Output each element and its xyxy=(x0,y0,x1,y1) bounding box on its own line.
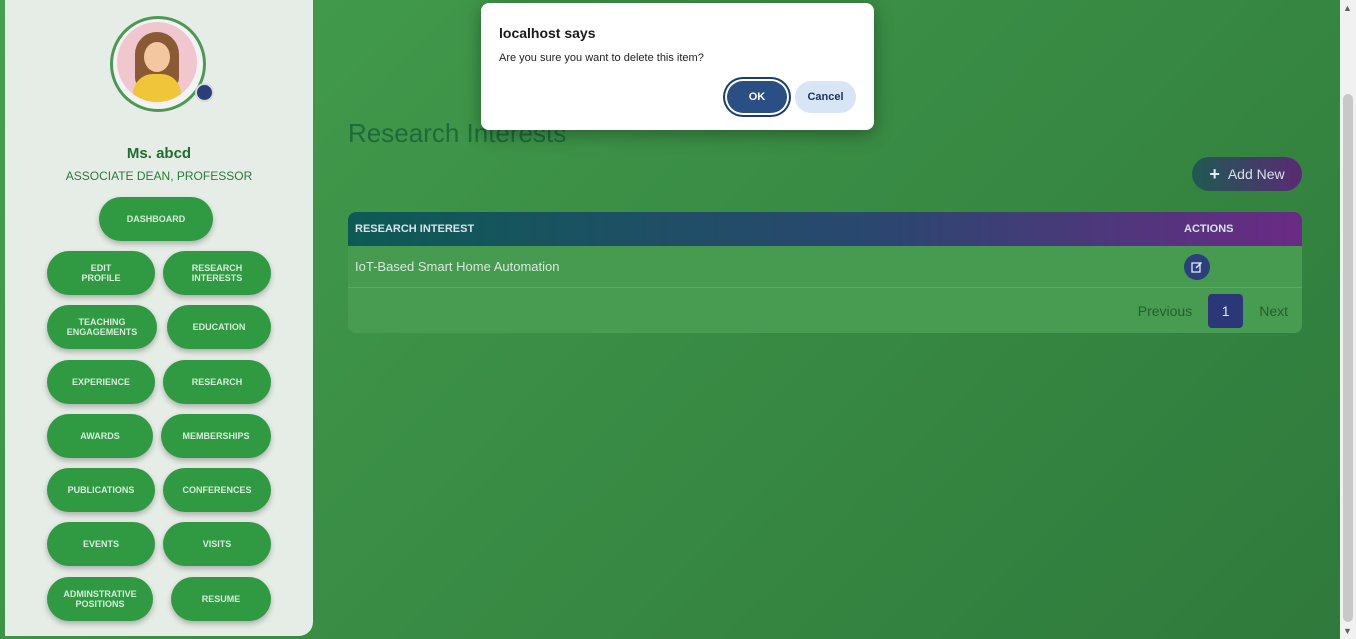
scroll-down-icon[interactable]: ▼ xyxy=(1343,626,1352,636)
scroll-up-icon[interactable]: ▲ xyxy=(1343,3,1352,13)
pagination-page-1[interactable]: 1 xyxy=(1208,293,1244,328)
sidebar-item-conferences[interactable]: CONFERENCES xyxy=(163,468,271,512)
sidebar-item-research[interactable]: RESEARCH xyxy=(163,360,271,404)
sidebar-item-edit-profile[interactable]: EDIT PROFILE xyxy=(47,251,155,295)
pagination-previous[interactable]: Previous xyxy=(1138,303,1192,319)
dialog-message: Are you sure you want to delete this ite… xyxy=(499,52,704,64)
cancel-button[interactable]: Cancel xyxy=(795,81,856,113)
scrollbar-thumb[interactable] xyxy=(1343,94,1353,622)
profile-role: ASSOCIATE DEAN, PROFESSOR xyxy=(65,169,253,183)
sidebar-item-teaching-engagements[interactable]: TEACHING ENGAGEMENTS xyxy=(47,305,157,349)
scrollbar[interactable]: ▲ ▼ xyxy=(1340,0,1356,639)
sidebar-item-research-interests[interactable]: RESEARCH INTERESTS xyxy=(163,251,271,295)
sidebar-item-awards[interactable]: AWARDS xyxy=(47,414,153,458)
actions-cell xyxy=(1184,253,1302,280)
avatar-face xyxy=(144,42,170,72)
add-new-button[interactable]: + Add New xyxy=(1192,157,1302,191)
research-interests-table: RESEARCH INTEREST ACTIONS IoT-Based Smar… xyxy=(348,212,1302,333)
table-header: RESEARCH INTEREST ACTIONS xyxy=(348,212,1302,246)
column-header-actions: ACTIONS xyxy=(1184,223,1234,235)
add-new-label: Add New xyxy=(1227,166,1285,182)
camera-icon[interactable] xyxy=(195,83,214,102)
sidebar-item-events[interactable]: EVENTS xyxy=(47,522,155,566)
sidebar-item-publications[interactable]: PUBLICATIONS xyxy=(47,468,155,512)
research-interest-cell: IoT-Based Smart Home Automation xyxy=(355,259,560,274)
avatar xyxy=(117,22,197,102)
edit-glyph xyxy=(1191,261,1203,273)
pagination: Previous 1 Next xyxy=(348,288,1302,333)
table-row: IoT-Based Smart Home Automation xyxy=(348,246,1302,288)
sidebar-item-dashboard[interactable]: DASHBOARD xyxy=(99,197,213,241)
dialog-title: localhost says xyxy=(499,25,596,41)
pagination-next[interactable]: Next xyxy=(1259,303,1288,319)
sidebar-item-experience[interactable]: EXPERIENCE xyxy=(47,360,155,404)
avatar-body xyxy=(133,74,181,102)
profile-name: Ms. abcd xyxy=(126,145,192,162)
sidebar-item-visits[interactable]: VISITS xyxy=(163,522,271,566)
plus-icon: + xyxy=(1209,163,1220,184)
sidebar-item-adminstrative-positions[interactable]: ADMINSTRATIVE POSITIONS xyxy=(47,577,153,621)
sidebar-item-education[interactable]: EDUCATION xyxy=(167,305,271,349)
sidebar-item-resume[interactable]: RESUME xyxy=(171,577,271,621)
ok-button[interactable]: OK xyxy=(727,81,787,113)
confirm-dialog: localhost says Are you sure you want to … xyxy=(481,3,874,130)
column-header-research-interest: RESEARCH INTEREST xyxy=(355,223,475,235)
sidebar-item-memberships[interactable]: MEMBERSHIPS xyxy=(161,414,271,458)
edit-icon[interactable] xyxy=(1184,253,1210,280)
